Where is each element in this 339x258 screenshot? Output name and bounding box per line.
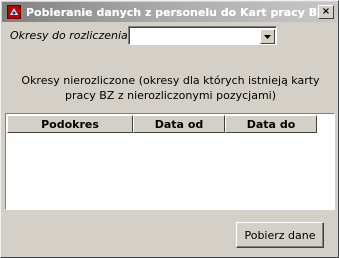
app-icon bbox=[6, 4, 22, 20]
title-bar[interactable]: Pobieranie danych z personelu do Kart pr… bbox=[2, 2, 337, 22]
column-header-data-od[interactable]: Data od bbox=[133, 115, 225, 133]
close-button[interactable]: × bbox=[318, 5, 334, 19]
table-header: Podokres Data od Data do bbox=[7, 115, 317, 133]
dialog-window: Pobieranie danych z personelu do Kart pr… bbox=[0, 0, 339, 258]
periods-dropdown[interactable] bbox=[128, 26, 277, 45]
periods-label: Okresy do rozliczenia: bbox=[10, 29, 132, 42]
periods-table[interactable]: Podokres Data od Data do bbox=[5, 113, 335, 210]
dropdown-button[interactable] bbox=[260, 29, 275, 44]
column-header-data-do[interactable]: Data do bbox=[225, 115, 317, 133]
window-title: Pobieranie danych z personelu do Kart pr… bbox=[26, 5, 326, 19]
chevron-down-icon bbox=[264, 34, 271, 39]
close-icon: × bbox=[321, 6, 331, 17]
fetch-data-button[interactable]: Pobierz dane bbox=[236, 222, 324, 248]
unsettled-periods-description: Okresy nierozliczone (okresy dla których… bbox=[21, 74, 320, 102]
column-header-podokres[interactable]: Podokres bbox=[7, 115, 133, 133]
